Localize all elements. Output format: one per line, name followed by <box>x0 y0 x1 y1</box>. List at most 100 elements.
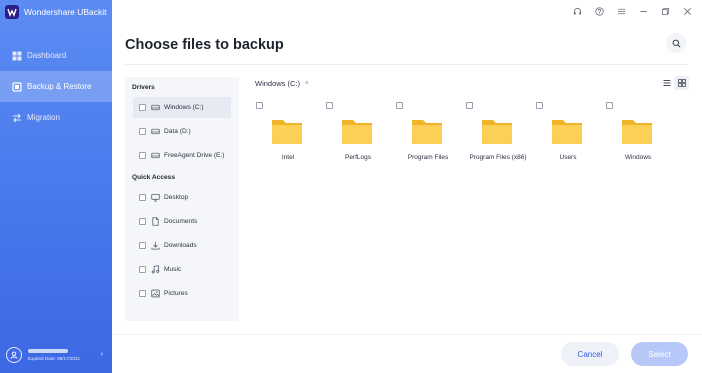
brand: Wondershare UBackit <box>5 5 107 19</box>
driver-item-freeagent-e[interactable]: FreeAgent Drive (E:) <box>133 145 231 166</box>
footer-divider <box>112 334 702 335</box>
chevron-right-icon: › <box>100 351 103 358</box>
tree-item-label: Data (D:) <box>164 128 191 135</box>
drive-icon <box>151 151 160 160</box>
user-icon <box>10 351 18 359</box>
checkbox[interactable] <box>139 194 146 201</box>
checkbox[interactable] <box>139 152 146 159</box>
location-panel: Drivers Windows (C:) Data (D:) FreeAgent… <box>125 77 239 321</box>
folder-label: Users <box>559 154 577 161</box>
list-icon <box>663 80 670 86</box>
account-expire-date: Expired Date: 08/17/2021 <box>28 356 81 361</box>
drivers-heading: Drivers <box>132 84 155 91</box>
app-title: Wondershare UBackit <box>24 7 107 17</box>
drive-icon <box>151 127 160 136</box>
quick-access-documents[interactable]: Documents <box>133 211 231 232</box>
folder-label: PerfLogs <box>344 154 372 161</box>
headset-icon[interactable] <box>566 4 588 18</box>
breadcrumb-path: Windows (C:) <box>255 79 301 88</box>
sidebar: Wondershare UBackit Dashboard Backup & R… <box>0 0 112 373</box>
folder-icon <box>272 120 302 144</box>
sidebar-item-label: Backup & Restore <box>27 82 92 91</box>
list-view-button[interactable] <box>659 76 674 90</box>
sidebar-nav: Dashboard Backup & Restore Migration <box>0 40 112 133</box>
tree-item-label: Downloads <box>164 242 197 249</box>
quick-access-pictures[interactable]: Pictures <box>133 283 231 304</box>
checkbox[interactable] <box>139 128 146 135</box>
folder-icon <box>622 120 652 144</box>
folder-item-program-files-x86[interactable]: Program Files (x86) <box>466 102 536 164</box>
quick-access-downloads[interactable]: Downloads <box>133 235 231 256</box>
sidebar-item-backup-restore[interactable]: Backup & Restore <box>0 71 112 102</box>
checkbox[interactable] <box>326 102 333 109</box>
page-title: Choose files to backup <box>125 37 284 53</box>
tree-item-label: Documents <box>164 218 198 225</box>
breadcrumb[interactable]: Windows (C:) ˄ <box>255 79 309 88</box>
checkbox[interactable] <box>139 218 146 225</box>
close-icon[interactable] <box>676 4 698 18</box>
grid-icon <box>677 79 686 87</box>
drive-icon <box>151 103 160 112</box>
tree-item-label: Music <box>164 266 182 273</box>
window-controls <box>566 4 698 18</box>
tree-item-label: Desktop <box>164 194 189 201</box>
sidebar-item-label: Dashboard <box>27 51 67 60</box>
tree-item-label: FreeAgent Drive (E:) <box>164 152 225 159</box>
folder-label: Program Files <box>407 154 449 161</box>
chevron-up-icon[interactable]: ˄ <box>305 81 309 87</box>
sidebar-item-dashboard[interactable]: Dashboard <box>0 40 112 71</box>
account-info: Expired Date: 08/17/2021 <box>28 349 80 361</box>
folder-label: Intel <box>281 154 295 161</box>
checkbox[interactable] <box>139 266 146 273</box>
account-panel[interactable]: Expired Date: 08/17/2021 › <box>0 337 112 373</box>
checkbox[interactable] <box>139 104 146 111</box>
folder-item-program-files[interactable]: Program Files <box>396 102 466 164</box>
folder-item-perflogs[interactable]: PerfLogs <box>326 102 396 164</box>
dashboard-icon <box>12 51 22 60</box>
app-logo-icon <box>5 5 19 19</box>
sidebar-item-migration[interactable]: Migration <box>0 102 112 133</box>
quick-access-heading: Quick Access <box>132 174 176 181</box>
folder-label: Program Files (x86) <box>469 154 527 161</box>
account-name-redacted <box>28 349 68 353</box>
migration-icon <box>13 113 21 122</box>
folder-icon <box>412 120 442 144</box>
folder-item-users[interactable]: Users <box>536 102 606 164</box>
driver-item-data-d[interactable]: Data (D:) <box>133 121 231 142</box>
download-icon <box>151 241 160 250</box>
checkbox[interactable] <box>536 102 543 109</box>
backup-icon <box>12 81 22 92</box>
tree-item-label: Pictures <box>164 290 188 297</box>
minimize-icon[interactable] <box>632 4 654 18</box>
tree-item-label: Windows (C:) <box>164 104 204 111</box>
folder-icon <box>342 120 372 144</box>
sidebar-item-label: Migration <box>27 113 60 122</box>
restore-icon[interactable] <box>654 4 676 18</box>
cancel-button[interactable]: Cancel <box>561 342 619 366</box>
folder-item-windows[interactable]: Windows <box>606 102 676 164</box>
desktop-icon <box>151 193 160 202</box>
checkbox[interactable] <box>466 102 473 109</box>
document-icon <box>151 217 160 226</box>
quick-access-music[interactable]: Music <box>133 259 231 280</box>
folder-icon <box>482 120 512 144</box>
search-button[interactable] <box>666 33 686 53</box>
checkbox[interactable] <box>396 102 403 109</box>
grid-view-button[interactable] <box>674 76 689 90</box>
folder-item-intel[interactable]: Intel <box>256 102 326 164</box>
checkbox[interactable] <box>256 102 263 109</box>
driver-item-windows-c[interactable]: Windows (C:) <box>133 97 231 118</box>
checkbox[interactable] <box>606 102 613 109</box>
picture-icon <box>151 289 160 298</box>
menu-icon[interactable] <box>610 4 632 18</box>
help-icon[interactable] <box>588 4 610 18</box>
select-button[interactable]: Select <box>631 342 688 366</box>
search-icon <box>672 39 680 47</box>
checkbox[interactable] <box>139 290 146 297</box>
view-toggle <box>659 76 689 90</box>
folder-icon <box>552 120 582 144</box>
folder-label: Windows <box>624 154 652 161</box>
avatar <box>6 347 22 363</box>
checkbox[interactable] <box>139 242 146 249</box>
quick-access-desktop[interactable]: Desktop <box>133 187 231 208</box>
